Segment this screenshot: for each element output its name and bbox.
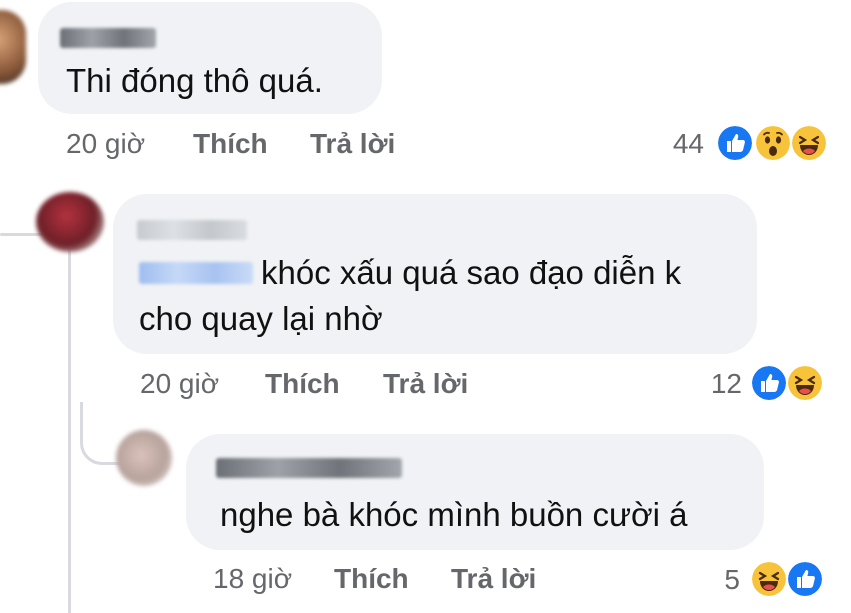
avatar[interactable] bbox=[116, 430, 172, 486]
like-label: Thích bbox=[334, 563, 409, 594]
reply-label: Trả lời bbox=[451, 563, 537, 594]
avatar[interactable] bbox=[36, 192, 104, 252]
reply-label: Trả lời bbox=[310, 128, 396, 159]
reactions-summary[interactable]: 5 bbox=[710, 558, 830, 602]
comment-bubble: nghe bà khóc mình buồn cười á bbox=[186, 434, 764, 550]
wow-icon bbox=[754, 124, 792, 162]
author-name-blurred[interactable] bbox=[216, 458, 402, 478]
comment-bubble: khóc xấu quá sao đạo diễn k cho quay lại… bbox=[113, 194, 757, 354]
author-name-blurred[interactable] bbox=[60, 28, 156, 48]
like-icon bbox=[750, 364, 788, 402]
avatar[interactable] bbox=[0, 10, 26, 84]
comment-time[interactable]: 18 giờ bbox=[213, 563, 292, 595]
like-button[interactable]: Thích bbox=[265, 368, 340, 400]
comment-text-line-1: khóc xấu quá sao đạo diễn k bbox=[261, 254, 682, 291]
reactions-summary[interactable]: 12 bbox=[700, 362, 830, 406]
like-label: Thích bbox=[265, 368, 340, 399]
comment-time[interactable]: 20 giờ bbox=[140, 368, 219, 400]
like-button[interactable]: Thích bbox=[193, 128, 268, 160]
reply-button[interactable]: Trả lời bbox=[451, 563, 536, 595]
like-icon bbox=[786, 560, 824, 598]
comment-bubble: Thi đóng thô quá. bbox=[38, 2, 382, 114]
reaction-count: 5 bbox=[724, 564, 740, 595]
thread-line bbox=[68, 246, 71, 613]
comment-time[interactable]: 20 giờ bbox=[66, 128, 145, 160]
like-label: Thích bbox=[193, 128, 268, 159]
reaction-count: 44 bbox=[672, 128, 704, 159]
haha-icon bbox=[750, 560, 788, 598]
comment-text: Thi đóng thô quá. bbox=[66, 62, 323, 99]
reaction-count: 12 bbox=[710, 368, 742, 399]
mention-tag-blurred[interactable] bbox=[139, 262, 253, 284]
reply-button[interactable]: Trả lời bbox=[383, 368, 468, 400]
like-icon bbox=[716, 124, 754, 162]
haha-icon bbox=[786, 364, 824, 402]
reply-label: Trả lời bbox=[383, 368, 469, 399]
author-name-blurred[interactable] bbox=[137, 220, 247, 240]
reply-button[interactable]: Trả lời bbox=[310, 128, 395, 160]
comment-text-line-2: cho quay lại nhờ bbox=[139, 300, 383, 337]
comment-text: nghe bà khóc mình buồn cười á bbox=[220, 496, 688, 533]
haha-icon bbox=[790, 124, 828, 162]
reactions-summary[interactable]: 44 bbox=[660, 122, 830, 166]
like-button[interactable]: Thích bbox=[334, 563, 409, 595]
